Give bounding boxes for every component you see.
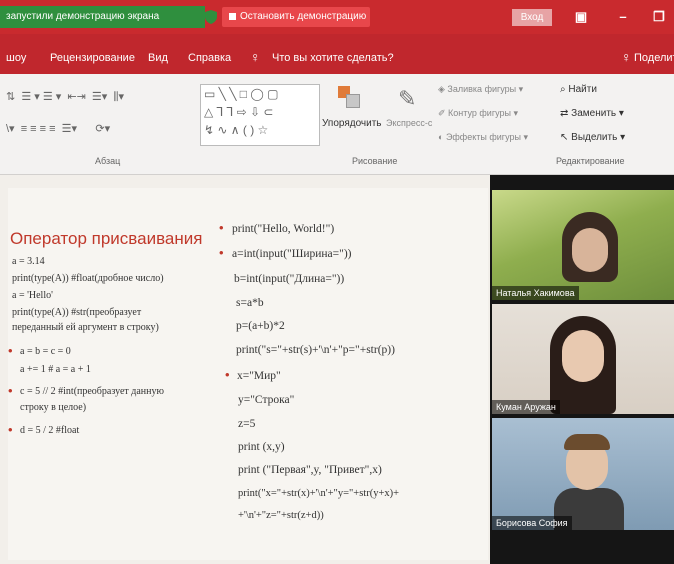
arrange-icon [338, 86, 360, 108]
code-line: z=5 [238, 418, 256, 430]
code-line: print(type(A)) #str(преобразует [12, 307, 142, 318]
shapes-row-1-icons: ▭ ╲ ╲ □ ◯ ▢ [204, 87, 279, 101]
code-line: print (x,y) [238, 441, 285, 453]
code-line: x="Мир" [237, 370, 281, 382]
drawing-group-label: Рисование [352, 156, 398, 166]
find-label: Найти [568, 84, 597, 95]
select-button[interactable]: ↖ Выделить ▾ [560, 132, 625, 143]
code-line: a = 'Hello' [12, 290, 53, 301]
shape-outline-label: Контур фигуры [448, 108, 511, 118]
find-button[interactable]: ⌕ Найти [560, 84, 597, 95]
person-icon: ♀ [621, 49, 632, 65]
code-line: c = 5 // 2 #int(преобразует данную [20, 386, 164, 397]
menu-item-slideshow[interactable]: шоу [6, 52, 26, 64]
code-line: print("Hello, World!") [232, 223, 335, 235]
paragraph-group-label: Абзац [95, 156, 121, 166]
tell-me-search[interactable]: Что вы хотите сделать? [272, 52, 394, 64]
login-button[interactable]: Вход [512, 9, 552, 26]
bullet-icon: • [219, 245, 224, 260]
code-line: print("x="+str(x)+'\n'+"y="+str(y+x)+ [238, 488, 400, 499]
shape-effects-label: Эффекты фигуры [445, 132, 521, 142]
code-line: y="Строка" [238, 394, 295, 406]
code-line: s=a*b [236, 297, 264, 309]
stop-icon [229, 13, 236, 20]
lightbulb-icon: ♀ [250, 49, 261, 65]
participant-name: Наталья Хакимова [492, 286, 579, 300]
participant-face [562, 330, 604, 382]
shape-outline-button[interactable]: ✐ Контур фигуры ▾ [438, 108, 518, 119]
shapes-row-3-icons: ↯ ∿ ∧ ( ) ☆ [204, 123, 269, 137]
code-line: a = 3.14 [12, 256, 45, 267]
code-line: print("s="+str(s)+'\n'+"p="+str(p)) [236, 344, 395, 356]
bullet-icon: • [8, 343, 13, 358]
participant-tile[interactable]: Борисова София [492, 418, 674, 530]
code-line: b=int(input("Длина=")) [234, 273, 345, 285]
express-styles-icon: ✎ [398, 86, 417, 111]
participant-tile[interactable]: Наталья Хакимова [492, 190, 674, 300]
replace-button[interactable]: ⇄ Заменить ▾ [560, 108, 624, 119]
participant-tile[interactable]: Куман Аружан [492, 304, 674, 414]
bullet-icon: • [8, 383, 13, 398]
bullet-icon: • [219, 220, 224, 235]
shape-effects-button[interactable]: ◐ Эффекты фигуры ▾ [438, 132, 528, 143]
ribbon-display-icon[interactable]: ▣ [570, 8, 592, 26]
share-button[interactable]: Поделиться [634, 52, 674, 64]
editing-group-label: Редактирование [556, 156, 625, 166]
participant-name: Борисова София [492, 516, 572, 530]
menu-item-view[interactable]: Вид [148, 52, 168, 64]
arrange-button[interactable]: Упорядочить [322, 118, 382, 129]
shape-fill-label: Заливка фигуры [447, 84, 517, 94]
code-line: print ("Первая",y, "Привет",x) [238, 464, 382, 476]
minimize-icon[interactable]: – [612, 8, 634, 26]
shapes-gallery[interactable]: ▭ ╲ ╲ □ ◯ ▢ △ ⅂ ⅂ ⇨ ⇩ ⊂ ↯ ∿ ∧ ( ) ☆ [200, 84, 320, 146]
code-line: a=int(input("Ширина=")) [232, 248, 352, 260]
menu-item-help[interactable]: Справка [188, 52, 231, 64]
participant-name: Куман Аружан [492, 400, 560, 414]
restore-icon[interactable]: ❐ [648, 8, 670, 26]
shield-icon [205, 10, 217, 24]
participant-face [572, 228, 608, 272]
menu-item-review[interactable]: Рецензирование [50, 52, 135, 64]
code-line: d = 5 / 2 #float [20, 425, 80, 436]
code-line: строку в целое) [20, 402, 87, 413]
participant-hair [564, 434, 610, 450]
slide-title: Оператор присваивания [10, 229, 203, 248]
alignment-icons[interactable]: \▾ ≡ ≡ ≡ ≡ ☰▾ ⟳▾ [6, 122, 110, 135]
share-status-text: запустили демонстрацию экрана [0, 6, 205, 28]
bullet-icon: • [8, 422, 13, 437]
code-line: переданный ей аргумент в строку) [12, 322, 159, 333]
replace-label: Заменить [571, 108, 617, 119]
paragraph-format-icons[interactable]: ⇅ ☰ ▾ ☰ ▾ ⇤⇥ ☰▾ ⫼▾ [6, 90, 124, 104]
select-label: Выделить [571, 132, 618, 143]
express-styles-button[interactable]: Экспресс-стили [386, 118, 432, 128]
stop-sharing-button[interactable]: Остановить демонстрацию [222, 7, 370, 27]
bullet-icon: • [225, 367, 230, 382]
code-line: +'\n'+"z="+str(z+d)) [238, 510, 324, 521]
shapes-row-2-icons: △ ⅂ ⅂ ⇨ ⇩ ⊂ [204, 105, 274, 119]
code-line: p=(a+b)*2 [236, 320, 285, 332]
code-line: print(type(A)) #float(дробное число) [12, 273, 164, 284]
shape-fill-button[interactable]: ◈ Заливка фигуры ▾ [438, 84, 523, 95]
code-line: a += 1 # a = a + 1 [20, 364, 91, 375]
code-line: a = b = c = 0 [20, 346, 71, 357]
